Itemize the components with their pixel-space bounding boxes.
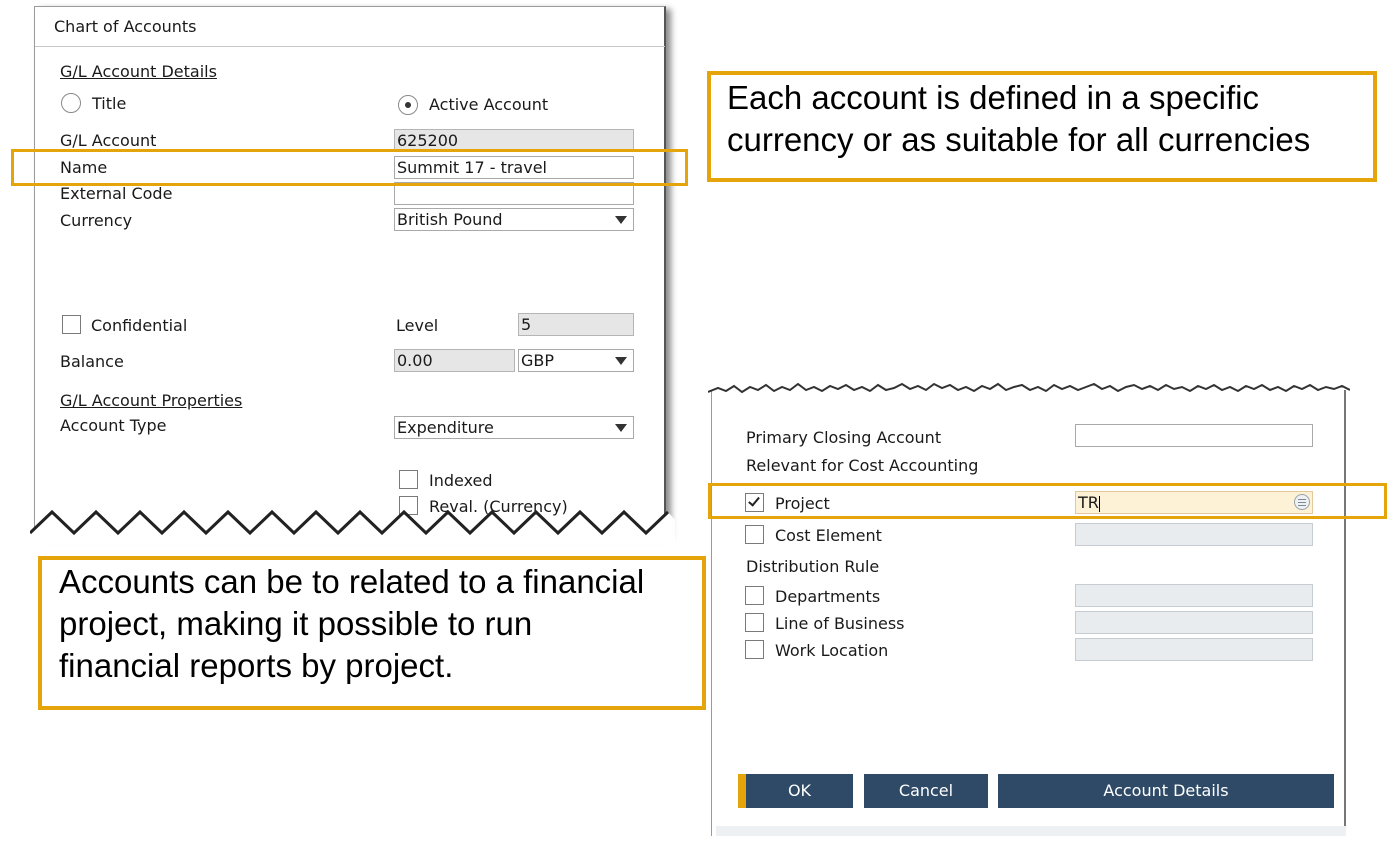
- active-account-radio[interactable]: [398, 95, 418, 115]
- project-callout-line1: Accounts can be to related to a financia…: [59, 563, 645, 600]
- work-location-checkbox[interactable]: [745, 640, 764, 659]
- currency-label: Currency: [60, 211, 133, 230]
- external-code-label: External Code: [60, 184, 173, 203]
- primary-closing-label: Primary Closing Account: [746, 428, 942, 447]
- balance-field[interactable]: 0.00: [394, 349, 515, 372]
- departments-field[interactable]: [1075, 584, 1313, 607]
- cost-element-label: Cost Element: [775, 526, 882, 545]
- line-of-business-field[interactable]: [1075, 611, 1313, 634]
- primary-closing-field[interactable]: [1075, 424, 1313, 447]
- distribution-rule-label: Distribution Rule: [746, 557, 880, 576]
- cancel-button[interactable]: Cancel: [864, 774, 988, 808]
- departments-label: Departments: [775, 587, 881, 606]
- project-callout-line2: project, making it possible to run: [59, 605, 533, 642]
- gl-account-label: G/L Account: [60, 131, 157, 150]
- account-type-arrow-icon[interactable]: [615, 424, 627, 432]
- name-row-highlight: [11, 149, 688, 186]
- account-type-label: Account Type: [60, 416, 167, 435]
- ok-button[interactable]: OK: [746, 774, 853, 808]
- line-of-business-label: Line of Business: [775, 614, 905, 633]
- work-location-label: Work Location: [775, 641, 889, 660]
- cost-element-field[interactable]: [1075, 523, 1313, 546]
- confidential-checkbox[interactable]: [62, 315, 81, 334]
- currency-callout-line2: currency or as suitable for all currenci…: [727, 121, 1311, 158]
- account-type-value: Expenditure: [397, 418, 494, 437]
- active-account-radio-label: Active Account: [429, 95, 549, 114]
- gl-account-properties-heading: G/L Account Properties: [60, 391, 243, 410]
- torn-edge-bottom: [30, 509, 675, 545]
- cost-element-checkbox[interactable]: [745, 525, 764, 544]
- line-of-business-checkbox[interactable]: [745, 613, 764, 632]
- balance-currency-arrow-icon[interactable]: [615, 357, 627, 365]
- currency-callout-line1: Each account is defined in a specific: [727, 79, 1259, 116]
- account-type-dropdown[interactable]: Expenditure: [394, 416, 634, 439]
- chart-of-accounts-window: [34, 6, 666, 536]
- currency-dropdown-value: British Pound: [397, 210, 503, 229]
- title-radio-label: Title: [92, 94, 127, 113]
- title-divider: [35, 46, 665, 47]
- indexed-checkbox[interactable]: [399, 470, 418, 489]
- account-details-button[interactable]: Account Details: [998, 774, 1334, 808]
- indexed-label: Indexed: [429, 471, 493, 490]
- panel-footer-bar: [716, 826, 1346, 836]
- work-location-field[interactable]: [1075, 638, 1313, 661]
- departments-checkbox[interactable]: [745, 586, 764, 605]
- cost-accounting-label: Relevant for Cost Accounting: [746, 456, 979, 475]
- balance-label: Balance: [60, 352, 124, 371]
- currency-dropdown[interactable]: British Pound: [394, 208, 634, 231]
- gl-account-details-heading: G/L Account Details: [60, 62, 217, 81]
- balance-currency-value: GBP: [521, 351, 555, 370]
- level-field[interactable]: 5: [518, 313, 634, 336]
- window-title: Chart of Accounts: [54, 17, 197, 36]
- ok-button-accent: [738, 774, 746, 808]
- currency-dropdown-arrow-icon[interactable]: [615, 216, 627, 224]
- project-callout-line3: financial reports by project.: [59, 647, 454, 684]
- project-row-highlight: [708, 483, 1387, 519]
- title-radio[interactable]: [61, 93, 81, 113]
- confidential-label: Confidential: [91, 316, 188, 335]
- balance-currency-dropdown[interactable]: GBP: [518, 349, 634, 372]
- torn-edge-top: [708, 382, 1350, 394]
- level-label: Level: [396, 316, 439, 335]
